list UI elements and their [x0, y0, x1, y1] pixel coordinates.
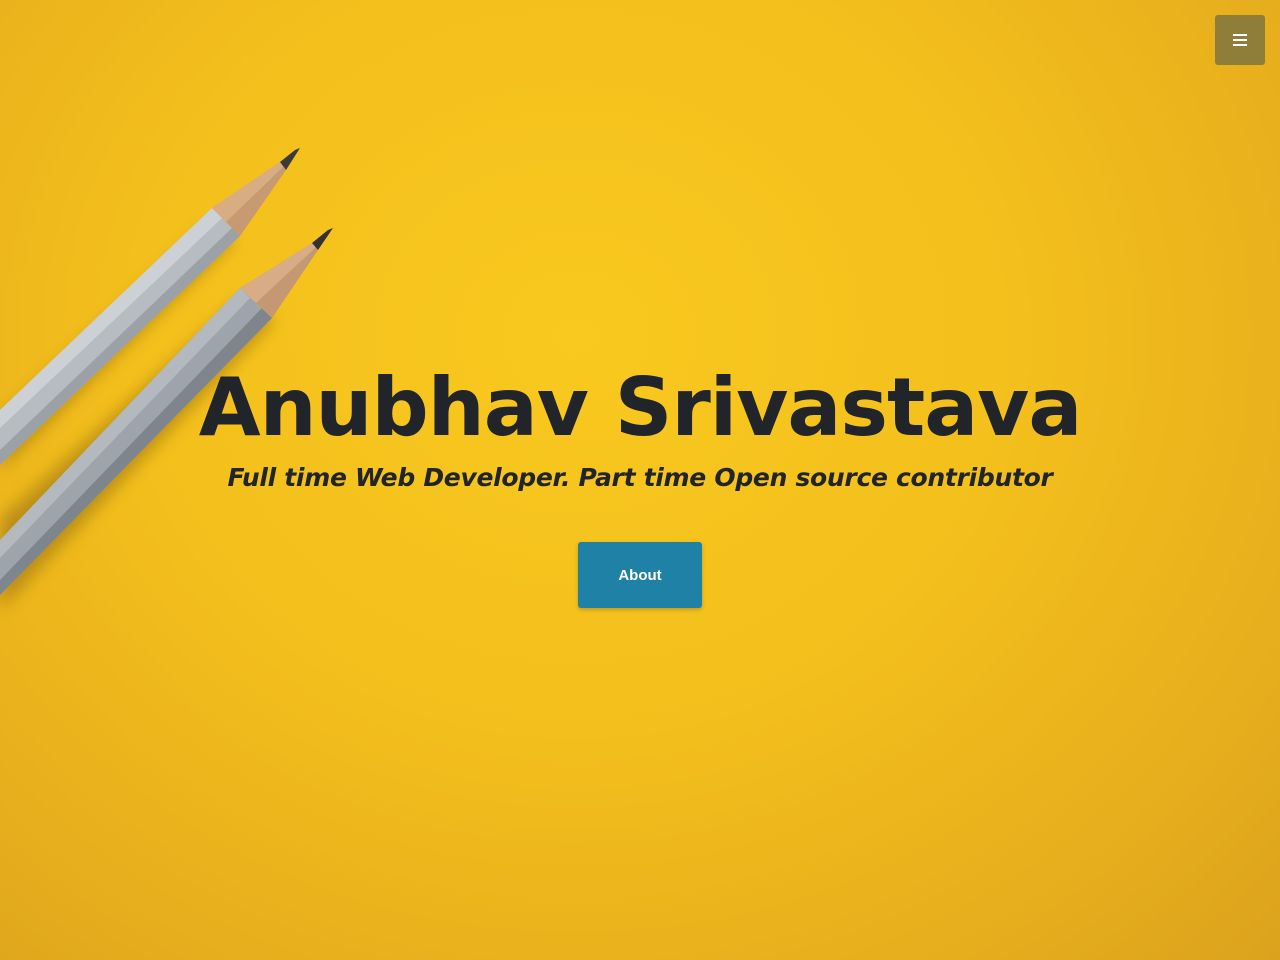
menu-toggle-button[interactable] — [1215, 15, 1265, 65]
hero-title: Anubhav Srivastava — [198, 361, 1083, 454]
hamburger-menu-icon — [1233, 34, 1247, 46]
hero-subtitle: Full time Web Developer. Part time Open … — [227, 463, 1053, 492]
about-button[interactable]: About — [578, 542, 702, 608]
